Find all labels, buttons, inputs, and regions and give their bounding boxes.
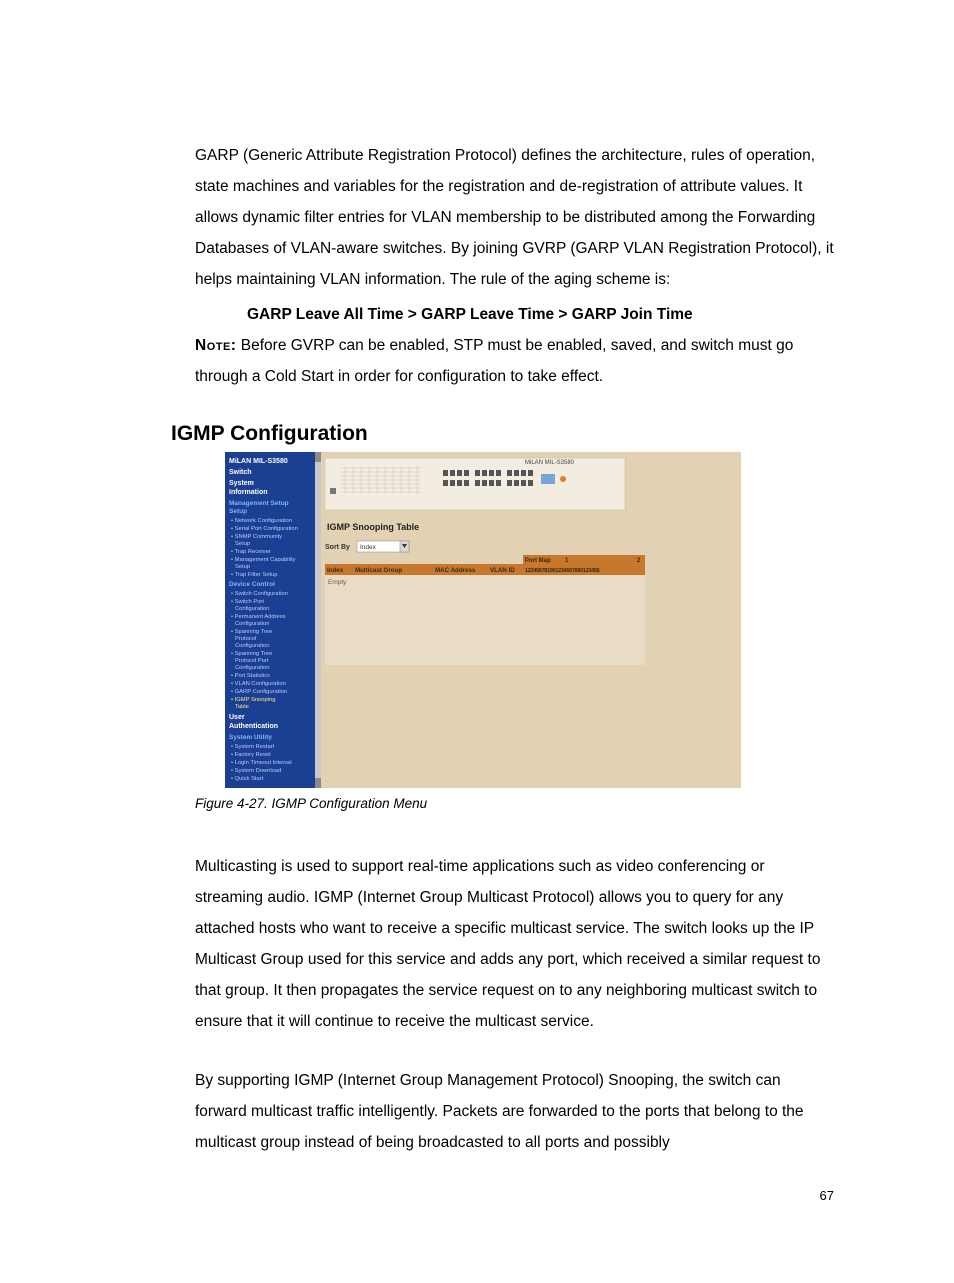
svg-text:• Factory Reset: • Factory Reset xyxy=(231,752,271,758)
svg-text:VLAN ID: VLAN ID xyxy=(490,567,515,574)
svg-text:• Trap Receiver: • Trap Receiver xyxy=(231,549,271,555)
svg-text:Table: Table xyxy=(235,704,249,710)
svg-text:MAC Address: MAC Address xyxy=(435,567,476,574)
nav-userauth-l1: User xyxy=(229,714,245,721)
figure-screenshot: MiLAN MIL-S3580 Switch System Informatio… xyxy=(225,452,834,788)
svg-text:• Switch Port: • Switch Port xyxy=(231,599,264,605)
svg-text:Protocol: Protocol xyxy=(235,636,256,642)
nav-sysinfo-l1: System xyxy=(229,480,254,487)
svg-text:• GARP Configuration: • GARP Configuration xyxy=(231,689,287,695)
svg-text:• Switch Configuration: • Switch Configuration xyxy=(231,591,288,597)
svg-text:• Quick Start: • Quick Start xyxy=(231,776,264,782)
svg-text:Configuration: Configuration xyxy=(235,606,269,612)
nav-mgmt: Management Setup xyxy=(229,500,289,507)
svg-text:Multicast Group: Multicast Group xyxy=(355,567,402,574)
nav-devctrl: Device Control xyxy=(229,581,275,588)
svg-text:Index: Index xyxy=(327,567,344,574)
nav-active: • IGMP Snooping xyxy=(231,697,275,703)
svg-text:• System Download: • System Download xyxy=(231,768,281,774)
svg-text:Authentication: Authentication xyxy=(229,723,278,730)
igmp-screenshot-svg: MiLAN MIL-S3580 Switch System Informatio… xyxy=(225,452,741,788)
panel-brand: MiLAN MIL-S3580 xyxy=(525,460,575,466)
svg-text:Configuration: Configuration xyxy=(235,643,269,649)
svg-text:• Spanning Tree: • Spanning Tree xyxy=(231,629,272,635)
main-title: IGMP Snooping Table xyxy=(327,522,419,532)
table-row-empty: Empty xyxy=(328,579,347,586)
nav-sysinfo-l2: Information xyxy=(229,489,268,496)
svg-text:Setup: Setup xyxy=(235,564,250,570)
nav-switch: Switch xyxy=(229,469,252,476)
note-paragraph: Note: Before GVRP can be enabled, STP mu… xyxy=(195,330,834,392)
svg-text:Setup: Setup xyxy=(235,541,250,547)
svg-text:• Login Timeout Interval: • Login Timeout Interval xyxy=(231,760,292,766)
svg-text:• Spanning Tree: • Spanning Tree xyxy=(231,651,272,657)
svg-text:• Trap Filter Setup: • Trap Filter Setup xyxy=(231,572,278,578)
section-heading-igmp: IGMP Configuration xyxy=(171,422,834,446)
svg-text:• SNMP Community: • SNMP Community xyxy=(231,534,282,540)
svg-text:Configuration: Configuration xyxy=(235,621,269,627)
note-body: Before GVRP can be enabled, STP must be … xyxy=(195,337,793,385)
garp-paragraph: GARP (Generic Attribute Registration Pro… xyxy=(195,140,834,295)
nav-item: • Network Configuration xyxy=(231,518,292,524)
figure-caption: Figure 4-27. IGMP Configuration Menu xyxy=(195,796,834,811)
note-label: Note: xyxy=(195,337,236,354)
svg-text:Configuration: Configuration xyxy=(235,665,269,671)
svg-text:• Management Capability: • Management Capability xyxy=(231,557,296,563)
multicast-paragraph: Multicasting is used to support real-tim… xyxy=(195,851,834,1037)
svg-text:• Permanent Address: • Permanent Address xyxy=(231,614,286,620)
svg-text:Port Map: Port Map xyxy=(525,558,551,564)
svg-text:• VLAN Configuration: • VLAN Configuration xyxy=(231,681,286,687)
svg-text:• Serial Port Configuration: • Serial Port Configuration xyxy=(231,526,298,532)
svg-text:• System Restart: • System Restart xyxy=(231,744,275,750)
svg-text:• Port Statistics: • Port Statistics xyxy=(231,673,270,679)
nav-device-title: MiLAN MIL-S3580 xyxy=(229,458,288,465)
svg-text:123456781901234567890123456: 123456781901234567890123456 xyxy=(525,568,600,574)
svg-text:Protocol Port: Protocol Port xyxy=(235,658,269,664)
page-number: 67 xyxy=(195,1188,834,1203)
igmp-snooping-paragraph: By supporting IGMP (Internet Group Manag… xyxy=(195,1065,834,1158)
aging-rule: GARP Leave All Time > GARP Leave Time > … xyxy=(195,299,834,330)
sort-label: Sort By xyxy=(325,544,350,551)
svg-text:Setup: Setup xyxy=(229,508,247,515)
document-page: GARP (Generic Attribute Registration Pro… xyxy=(0,0,954,1283)
nav-sysutil: System Utility xyxy=(229,734,272,741)
sort-value: Index xyxy=(360,544,377,551)
